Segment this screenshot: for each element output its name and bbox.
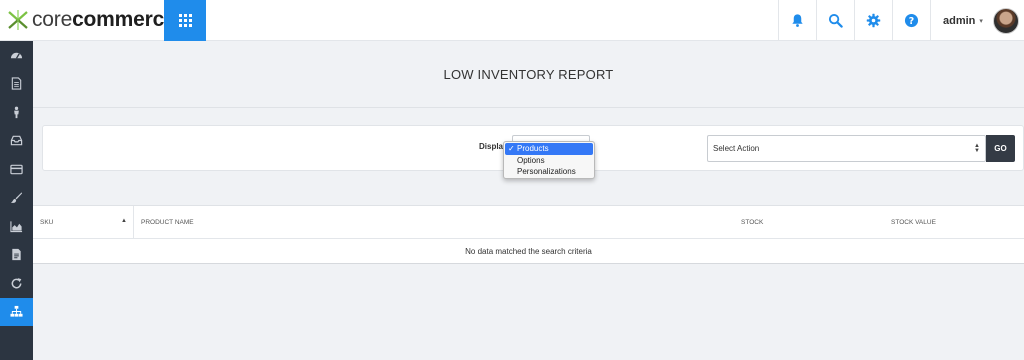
- display-option-label: Personalizations: [517, 167, 576, 176]
- display-option-label: Products: [517, 144, 549, 153]
- sidebar-item-design[interactable]: [0, 184, 33, 213]
- empty-state-message: No data matched the search criteria: [465, 247, 592, 256]
- brush-icon: [10, 192, 23, 204]
- display-option-label: Options: [517, 155, 545, 165]
- corecommerce-logo[interactable]: corecommerce: [6, 6, 176, 34]
- apps-menu-button[interactable]: [164, 0, 206, 41]
- document-icon: [11, 77, 22, 90]
- grid-icon: [178, 14, 192, 27]
- inventory-table: SKU ▲ PRODUCT NAME STOCK STOCK VALUE No …: [33, 205, 1024, 264]
- report-file-icon: [12, 249, 21, 261]
- sidebar-item-payments[interactable]: [0, 155, 33, 184]
- column-header-stock[interactable]: STOCK: [734, 206, 884, 239]
- sidebar: [0, 41, 33, 360]
- select-arrows-icon: ▲ ▼: [974, 143, 980, 154]
- help-icon: ?: [904, 13, 919, 28]
- sidebar-item-orders[interactable]: [0, 70, 33, 99]
- header-actions: ? admin ▾: [778, 0, 1024, 41]
- search-button[interactable]: [816, 0, 854, 41]
- sidebar-item-customers[interactable]: [0, 98, 33, 127]
- customer-icon: [14, 106, 19, 118]
- dashboard-icon: [10, 52, 23, 59]
- inbox-icon: [10, 135, 23, 146]
- notifications-button[interactable]: [778, 0, 816, 41]
- gear-icon: [866, 13, 881, 28]
- username: admin: [943, 14, 976, 27]
- display-dropdown-menu: ✓ Products Options Personalizations: [503, 141, 595, 179]
- display-option-products[interactable]: ✓ Products: [505, 143, 593, 155]
- top-header: corecommerce ? admin ▾: [0, 0, 1024, 41]
- column-header-stock-value[interactable]: STOCK VALUE: [884, 206, 1024, 239]
- sidebar-item-dashboard[interactable]: [0, 41, 33, 70]
- chevron-down-icon: ▾: [979, 17, 983, 25]
- logo-text-commerce: commerce: [72, 8, 176, 31]
- user-menu[interactable]: admin ▾: [930, 0, 1024, 41]
- column-header-sku[interactable]: SKU ▲: [33, 206, 134, 239]
- page-header: LOW INVENTORY REPORT: [33, 41, 1024, 108]
- display-option-personalizations[interactable]: Personalizations: [504, 166, 594, 178]
- help-button[interactable]: ?: [892, 0, 930, 41]
- sidebar-item-catalog[interactable]: [0, 297, 33, 326]
- settings-button[interactable]: [854, 0, 892, 41]
- card-icon: [10, 164, 23, 175]
- logo-text-core: core: [32, 8, 73, 31]
- logo-mark-icon: [8, 10, 28, 30]
- sidebar-item-sync[interactable]: [0, 269, 33, 298]
- svg-text:?: ?: [909, 16, 914, 27]
- action-select-value: Select Action: [713, 144, 760, 153]
- search-icon: [828, 13, 843, 28]
- page-title: LOW INVENTORY REPORT: [443, 66, 614, 82]
- column-header-product-name[interactable]: PRODUCT NAME: [134, 206, 734, 239]
- sort-asc-icon: ▲: [121, 218, 127, 224]
- sidebar-item-analytics[interactable]: [0, 212, 33, 241]
- display-option-options[interactable]: Options: [504, 155, 594, 167]
- checkmark-icon: ✓: [508, 144, 515, 153]
- bell-icon: [792, 14, 803, 27]
- table-header: SKU ▲ PRODUCT NAME STOCK STOCK VALUE: [33, 206, 1024, 239]
- go-button[interactable]: GO: [986, 135, 1015, 162]
- sidebar-item-inbox[interactable]: [0, 127, 33, 156]
- sidebar-item-reports[interactable]: [0, 241, 33, 270]
- action-select[interactable]: Select Action ▲ ▼: [707, 135, 986, 162]
- area-chart-icon: [10, 221, 23, 232]
- refresh-icon: [11, 277, 22, 289]
- avatar[interactable]: [992, 7, 1019, 34]
- sitemap-icon: [10, 306, 23, 317]
